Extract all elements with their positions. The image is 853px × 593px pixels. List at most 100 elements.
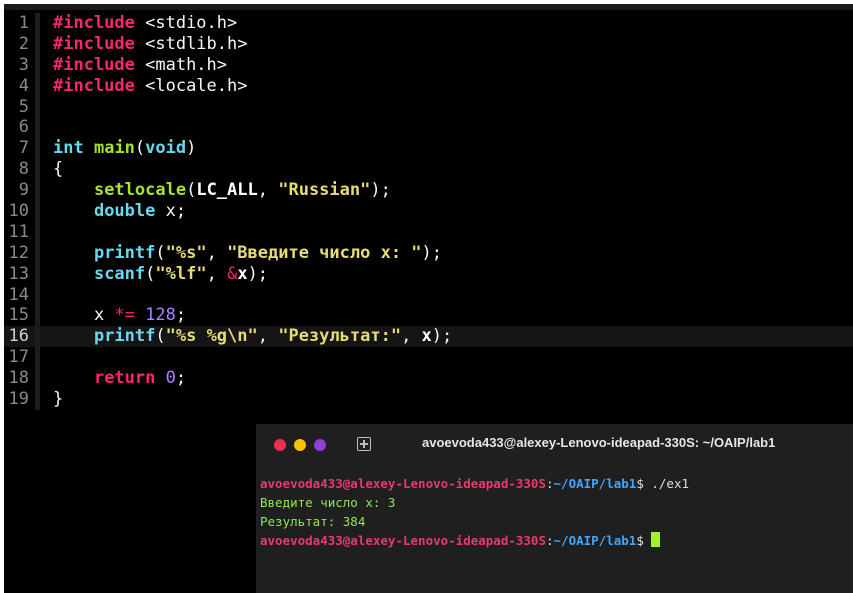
new-tab-icon[interactable] <box>357 437 371 451</box>
line-number: 5 <box>18 96 29 117</box>
terminal-token: avoevoda433@alexey-Lenovo-ideapad-330S <box>260 533 546 548</box>
code-line[interactable]: 7 int main(void) <box>4 138 853 160</box>
code-line[interactable]: 4 #include <locale.h> <box>4 75 853 97</box>
code-line[interactable]: 9 setlocale(LC_ALL, "Russian"); <box>4 180 853 202</box>
code-token: ; <box>175 368 187 389</box>
code-token: , <box>401 326 422 347</box>
terminal-line: Введите число x: 3 <box>260 493 689 512</box>
code-line[interactable]: 13 scanf("%lf", &x); <box>4 263 853 285</box>
code-token: ); <box>431 326 453 347</box>
code-token: ( <box>134 138 146 159</box>
line-number: 12 <box>8 242 29 263</box>
line-number: 3 <box>18 54 29 75</box>
code-line[interactable]: 19} <box>4 389 853 410</box>
gutter-marker <box>35 305 40 327</box>
close-window-button[interactable] <box>274 439 286 451</box>
code-text: } <box>53 389 63 410</box>
code-token: ); <box>370 180 391 201</box>
code-line[interactable]: 16 printf("%s %g\n", "Результат:", x); <box>4 326 853 348</box>
code-token: , <box>206 263 228 284</box>
code-token: ); <box>421 242 443 263</box>
code-line[interactable]: 15 x *= 128; <box>4 305 853 327</box>
code-token: #include <box>53 75 135 96</box>
line-number: 6 <box>18 117 29 138</box>
code-area[interactable]: 1 #include <stdio.h> 2 #include <stdlib.h> 3… <box>4 13 853 410</box>
code-token: x; <box>155 201 187 222</box>
terminal-token: : <box>545 533 554 548</box>
code-text: x *= 128; <box>53 305 186 326</box>
terminal-line: Результат: 384 <box>260 512 689 531</box>
terminal-window[interactable]: avoevoda433@alexey-Lenovo-ideapad-330S: … <box>256 424 853 593</box>
code-token: <stdio.h> <box>134 13 238 33</box>
code-token: ( <box>186 180 197 201</box>
gutter-marker <box>35 159 40 181</box>
code-line[interactable]: 10 double x; <box>4 201 853 222</box>
line-number: 2 <box>18 33 29 54</box>
code-token: ; <box>175 305 187 326</box>
code-token: "Russian" <box>278 180 371 201</box>
terminal-token: ~/OAIP/lab1 <box>553 533 637 548</box>
code-token: "%s %g\n" <box>165 326 258 347</box>
code-line[interactable]: 18 return 0; <box>4 368 853 390</box>
code-token: *= <box>114 305 135 326</box>
code-token: ); <box>247 263 269 284</box>
code-text: return 0; <box>53 368 186 389</box>
code-token: main <box>93 138 135 159</box>
code-line[interactable]: 8{ <box>4 159 853 181</box>
gutter-marker <box>35 180 40 202</box>
gutter-marker <box>35 284 40 306</box>
code-text: { <box>53 159 63 180</box>
terminal-output[interactable]: avoevoda433@alexey-Lenovo-ideapad-330S:~… <box>260 474 689 550</box>
line-number: 19 <box>8 389 29 410</box>
code-token: { <box>53 159 64 180</box>
code-line[interactable]: 11 <box>4 221 853 243</box>
gutter-marker <box>35 13 40 34</box>
code-text: setlocale(LC_ALL, "Russian"); <box>53 180 391 201</box>
gutter-marker <box>35 117 40 139</box>
code-line[interactable]: 5 <box>4 96 853 118</box>
code-token: #include <box>53 33 135 54</box>
maximize-window-button[interactable] <box>314 439 326 451</box>
code-line[interactable]: 12 printf("%s", "Введите число x: "); <box>4 242 853 264</box>
minimize-window-button[interactable] <box>294 439 306 451</box>
code-line[interactable]: 3 #include <math.h> <box>4 54 853 76</box>
code-line[interactable]: 14 <box>4 284 853 306</box>
code-token: "Введите число x: " <box>227 242 422 263</box>
gutter-marker <box>35 201 40 222</box>
code-token: , <box>206 242 228 263</box>
code-token: <stdlib.h> <box>134 33 248 54</box>
terminal-token: Результат: 384 <box>260 514 366 529</box>
code-token: #include <box>53 13 135 33</box>
line-number: 14 <box>8 284 29 305</box>
gutter-marker <box>35 138 40 160</box>
code-line[interactable]: 2 #include <stdlib.h> <box>4 33 853 55</box>
line-number: 11 <box>8 221 29 242</box>
line-number: 17 <box>8 347 29 368</box>
code-token: & <box>227 263 238 284</box>
code-token: <locale.h> <box>134 75 248 96</box>
line-number: 18 <box>8 368 29 389</box>
code-text: #include <locale.h> <box>53 76 247 97</box>
code-token: printf <box>93 242 156 263</box>
code-line[interactable]: 6 <box>4 117 853 139</box>
line-number: 16 <box>8 326 29 347</box>
terminal-title: avoevoda433@alexey-Lenovo-ideapad-330S: … <box>422 435 776 450</box>
code-line[interactable]: 17 <box>4 347 853 369</box>
gutter-marker <box>35 221 40 243</box>
code-line[interactable]: 1 #include <stdio.h> <box>4 13 853 34</box>
code-token: "%s" <box>165 242 207 263</box>
terminal-token: $ <box>636 533 652 548</box>
code-token: scanf <box>93 263 146 284</box>
terminal-line: avoevoda433@alexey-Lenovo-ideapad-330S:~… <box>260 531 689 550</box>
gutter-marker <box>35 326 40 348</box>
code-token: void <box>145 138 187 159</box>
terminal-token: avoevoda433@alexey-Lenovo-ideapad-330S <box>260 476 546 491</box>
code-text: #include <stdio.h> <box>53 13 237 34</box>
code-token: int <box>53 138 84 159</box>
code-text: printf("%s", "Введите число x: "); <box>53 243 442 264</box>
line-number: 7 <box>18 138 29 159</box>
